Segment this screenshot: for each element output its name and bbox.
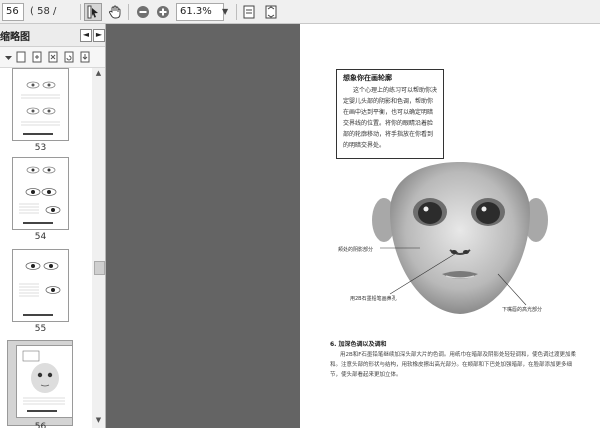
document-page: 想象你在画轮廓 这个心理上的练习可以帮助你决定婴儿头部的阴影和色调，帮助你在画中… bbox=[300, 24, 600, 428]
expand-panel-button[interactable]: ► bbox=[93, 29, 105, 42]
page-count: ( 58 / 130 ) bbox=[30, 6, 57, 35]
fit-page-button[interactable] bbox=[240, 3, 258, 21]
section-body-text: 用2B和F石墨铅笔继续加深头部大片的色调。用纸巾在暗部及阴影处轻轻调和，使色调过… bbox=[330, 352, 576, 378]
section-heading: 6. 加深色调以及调和 bbox=[330, 341, 387, 348]
select-icon bbox=[87, 5, 98, 19]
thumbnail-label: 54 bbox=[34, 232, 47, 242]
zoom-level-input[interactable]: 61.3% bbox=[176, 3, 224, 21]
page-number-input[interactable]: 56 bbox=[2, 3, 24, 21]
zoom-in-button[interactable] bbox=[154, 3, 172, 21]
select-tool-button[interactable] bbox=[84, 3, 102, 21]
insert-page-icon[interactable] bbox=[32, 51, 43, 63]
fit-width-icon bbox=[265, 5, 277, 19]
hand-tool-button[interactable] bbox=[106, 3, 124, 21]
toolbar-divider bbox=[80, 4, 81, 20]
zoom-in-icon bbox=[157, 6, 169, 18]
delete-page-icon[interactable] bbox=[48, 51, 59, 63]
thumbnail-scrollbar[interactable]: ▲ ▼ bbox=[92, 68, 105, 428]
thumbnail-page[interactable] bbox=[12, 157, 69, 230]
thumbnail-page[interactable] bbox=[12, 68, 69, 141]
thumbnail-page[interactable] bbox=[12, 249, 69, 322]
zoom-dropdown-arrow[interactable]: ▼ bbox=[222, 3, 232, 21]
hand-icon bbox=[109, 5, 121, 19]
thumbnail-page-selected[interactable] bbox=[16, 345, 73, 418]
thumbnail-label: 56 bbox=[34, 422, 47, 428]
rotate-page-icon[interactable] bbox=[64, 51, 75, 63]
thumbnail-label: 55 bbox=[34, 324, 47, 334]
scroll-up-arrow[interactable]: ▲ bbox=[93, 69, 104, 80]
extract-page-icon[interactable] bbox=[80, 51, 91, 63]
thumbnail-list: 53 54 55 56 bbox=[0, 68, 92, 428]
thumbnail-label: 53 bbox=[34, 143, 47, 153]
toolbar-divider bbox=[236, 4, 237, 20]
page-icon[interactable] bbox=[16, 51, 27, 63]
toolbar-divider bbox=[128, 4, 129, 20]
document-canvas[interactable]: 想象你在画轮廓 这个心理上的练习可以帮助你决定婴儿头部的阴影和色调，帮助你在画中… bbox=[106, 24, 600, 428]
toolbar: 56 ( 58 / 130 ) 61.3% ▼ bbox=[0, 0, 600, 35]
collapse-panel-button[interactable]: ◄ bbox=[80, 29, 92, 42]
panel-title: 缩略图 bbox=[0, 32, 30, 43]
scroll-down-arrow[interactable]: ▼ bbox=[93, 416, 104, 427]
zoom-out-icon bbox=[137, 6, 149, 18]
panel-header: 缩略图 ◄ ► bbox=[0, 24, 105, 47]
zoom-out-button[interactable] bbox=[134, 3, 152, 21]
panel-toolbar bbox=[0, 47, 105, 68]
scroll-thumb[interactable] bbox=[94, 261, 105, 275]
fit-width-button[interactable] bbox=[262, 3, 280, 21]
thumbnail-panel: 缩略图 ◄ ► 53 54 55 56 ▲ ▼ bbox=[0, 24, 106, 428]
fit-page-icon bbox=[243, 5, 255, 19]
options-dropdown-icon[interactable] bbox=[3, 51, 14, 63]
